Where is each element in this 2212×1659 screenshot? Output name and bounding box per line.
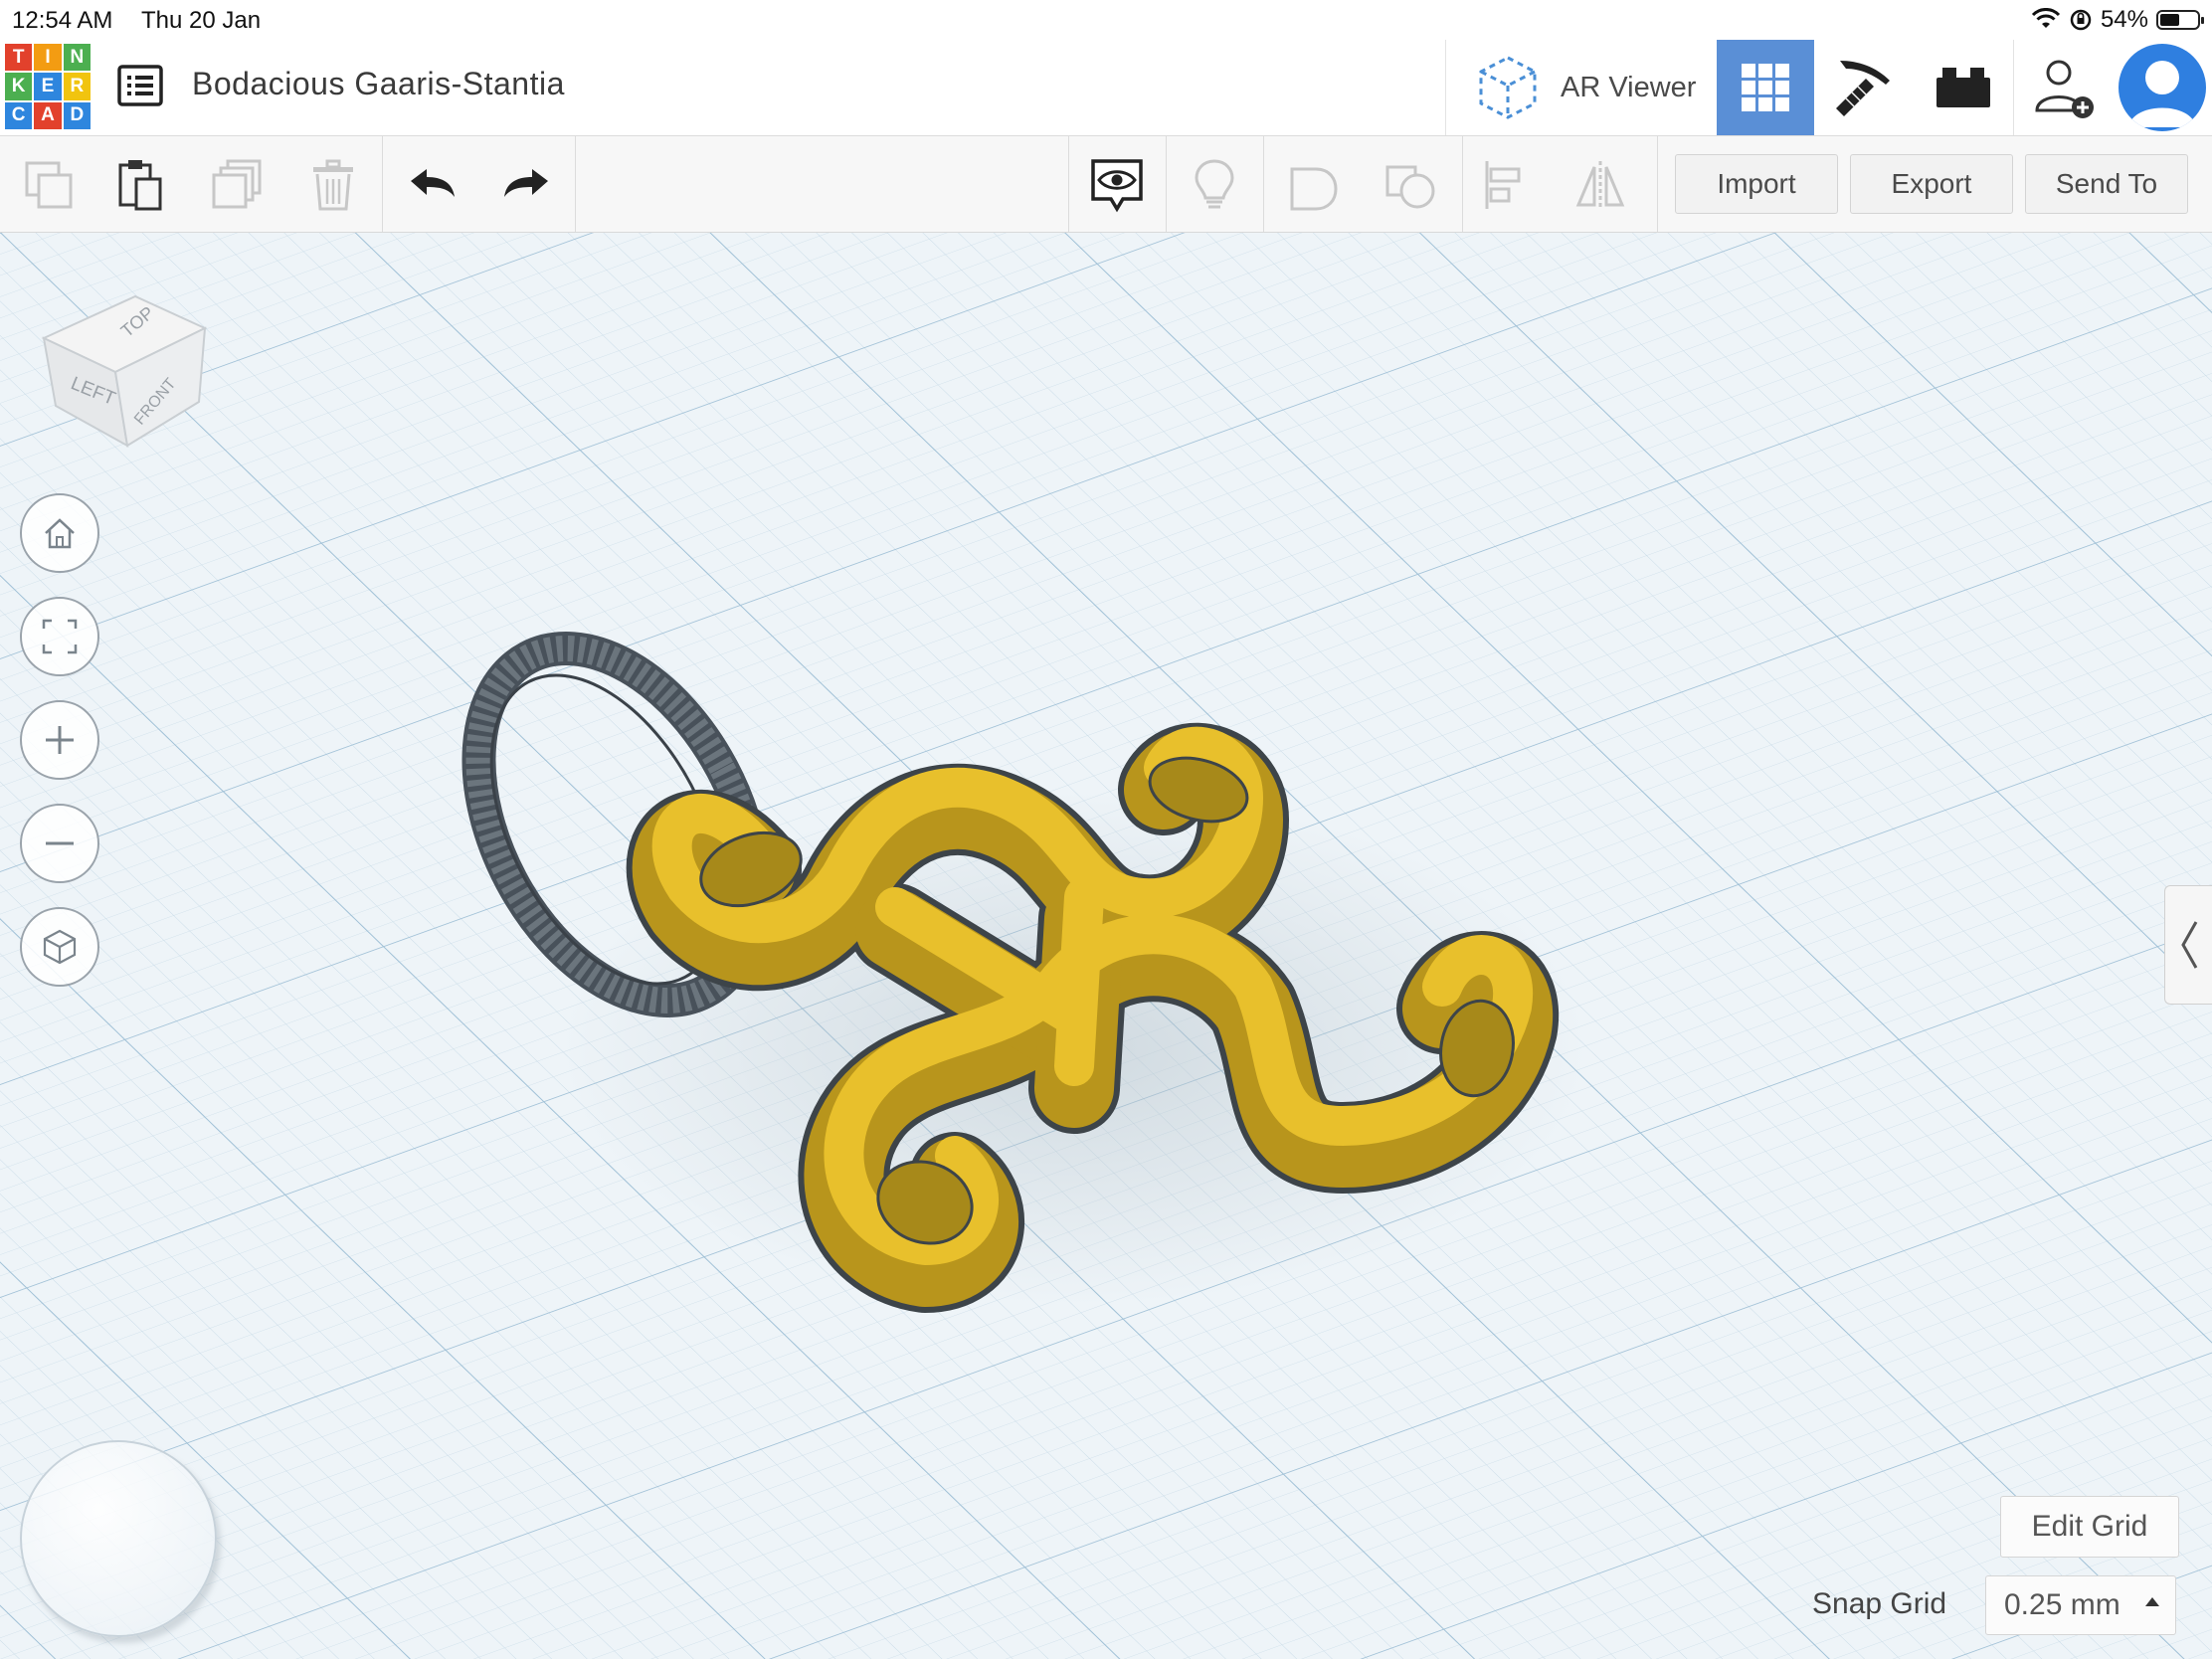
user-avatar-icon bbox=[2128, 61, 2196, 127]
caret-up-icon bbox=[2145, 1597, 2159, 1606]
zoom-out-button[interactable] bbox=[20, 804, 99, 883]
app-header: T I N K E R C A D Bodacious Gaaris-Stant… bbox=[0, 40, 2212, 136]
battery-percent: 54% bbox=[2100, 6, 2148, 33]
pickaxe-icon bbox=[1836, 61, 1890, 116]
import-button[interactable]: Import bbox=[1675, 154, 1838, 214]
edit-grid-button[interactable]: Edit Grid bbox=[2000, 1496, 2179, 1558]
redo-icon bbox=[504, 169, 548, 197]
mirror-icon bbox=[1575, 161, 1625, 209]
tinkercad-logo[interactable]: T I N K E R C A D bbox=[5, 44, 91, 129]
align-icon bbox=[1485, 161, 1521, 209]
header-divider bbox=[2013, 40, 2014, 135]
logo-letter: T bbox=[5, 44, 33, 72]
trash-icon bbox=[313, 159, 353, 211]
logo-letter: A bbox=[34, 101, 62, 129]
brick-icon bbox=[1936, 68, 1990, 107]
copy-icon bbox=[25, 161, 73, 209]
paste-button[interactable] bbox=[105, 150, 175, 220]
snap-grid-value: 0.25 mm bbox=[2004, 1588, 2120, 1621]
fit-view-icon bbox=[42, 619, 78, 654]
3d-design-view-button[interactable] bbox=[1717, 40, 1814, 135]
ungroup-icon bbox=[1385, 165, 1435, 209]
toolbar-divider bbox=[1166, 136, 1167, 232]
toolbar-divider bbox=[1657, 136, 1658, 232]
toolbar-divider bbox=[1462, 136, 1463, 232]
undo-icon bbox=[411, 169, 455, 197]
workplane[interactable]: TOP LEFT FRONT Edit Grid Snap Grid 0.25 … bbox=[0, 233, 2212, 1659]
status-indicators: 54% bbox=[2031, 6, 2204, 34]
redo-button[interactable] bbox=[491, 150, 561, 220]
status-date: Thu 20 Jan bbox=[141, 7, 262, 34]
logo-letter: K bbox=[5, 73, 33, 100]
export-button[interactable]: Export bbox=[1850, 154, 2013, 214]
grid-icon bbox=[1742, 64, 1789, 111]
snap-grid-select[interactable]: 0.25 mm bbox=[1985, 1575, 2176, 1635]
paste-icon bbox=[118, 160, 162, 211]
align-button[interactable] bbox=[1472, 150, 1542, 220]
toolbar-divider bbox=[1263, 136, 1264, 232]
ungroup-button[interactable] bbox=[1377, 150, 1446, 220]
snap-grid-label: Snap Grid bbox=[1812, 1587, 1947, 1620]
perspective-cube-icon bbox=[43, 929, 77, 965]
battery-icon bbox=[2156, 10, 2204, 30]
user-avatar[interactable] bbox=[2119, 44, 2206, 131]
workplane-grid bbox=[0, 233, 2212, 1659]
minus-icon bbox=[46, 841, 74, 845]
home-view-button[interactable] bbox=[20, 493, 99, 573]
toolbar-divider bbox=[1068, 136, 1069, 232]
duplicate-button[interactable] bbox=[203, 150, 273, 220]
ar-viewer-button[interactable]: AR Viewer bbox=[1447, 40, 1716, 135]
logo-letter: D bbox=[63, 101, 91, 129]
plus-icon bbox=[46, 726, 74, 754]
logo-letter: C bbox=[5, 101, 33, 129]
notes-button[interactable] bbox=[1082, 150, 1152, 220]
design-title[interactable]: Bodacious Gaaris-Stantia bbox=[192, 66, 565, 102]
copy-button[interactable] bbox=[14, 150, 84, 220]
add-user-icon bbox=[2035, 60, 2094, 118]
status-time: 12:54 AM bbox=[12, 7, 113, 34]
perspective-toggle-button[interactable] bbox=[20, 907, 99, 987]
orientation-lock-icon bbox=[2070, 9, 2092, 31]
send-to-button[interactable]: Send To bbox=[2025, 154, 2188, 214]
note-eye-icon bbox=[1091, 159, 1143, 213]
status-bar: 12:54 AM Thu 20 Jan 54% bbox=[0, 0, 2212, 40]
ar-cube-icon bbox=[1479, 56, 1537, 119]
bricks-view-button[interactable] bbox=[1915, 40, 2012, 135]
minecraft-view-button[interactable] bbox=[1816, 40, 1914, 135]
fit-view-button[interactable] bbox=[20, 597, 99, 676]
home-icon bbox=[45, 518, 75, 549]
logo-letter: R bbox=[63, 73, 91, 100]
header-divider bbox=[1445, 40, 1446, 135]
mirror-button[interactable] bbox=[1566, 150, 1635, 220]
logo-letter: N bbox=[63, 44, 91, 72]
wifi-icon bbox=[2031, 8, 2061, 28]
lightbulb-icon bbox=[1195, 159, 1234, 209]
ar-viewer-label: AR Viewer bbox=[1561, 71, 1697, 103]
delete-button[interactable] bbox=[298, 150, 368, 220]
edit-toolbar: Import Export Send To bbox=[0, 136, 2212, 233]
orbit-joystick[interactable] bbox=[20, 1440, 217, 1637]
duplicate-icon bbox=[212, 159, 262, 209]
hint-button[interactable] bbox=[1180, 150, 1249, 220]
chevron-left-icon bbox=[2181, 921, 2198, 969]
toolbar-divider bbox=[382, 136, 383, 232]
design-list-icon[interactable] bbox=[116, 62, 164, 109]
invite-user-button[interactable] bbox=[2015, 40, 2113, 135]
group-icon bbox=[1290, 167, 1338, 211]
logo-letter: E bbox=[34, 73, 62, 100]
undo-button[interactable] bbox=[398, 150, 467, 220]
zoom-in-button[interactable] bbox=[20, 700, 99, 780]
shapes-panel-toggle[interactable] bbox=[2164, 885, 2212, 1005]
logo-letter: I bbox=[34, 44, 62, 72]
group-button[interactable] bbox=[1279, 150, 1349, 220]
toolbar-divider bbox=[575, 136, 576, 232]
view-cube[interactable]: TOP LEFT FRONT bbox=[30, 276, 219, 456]
